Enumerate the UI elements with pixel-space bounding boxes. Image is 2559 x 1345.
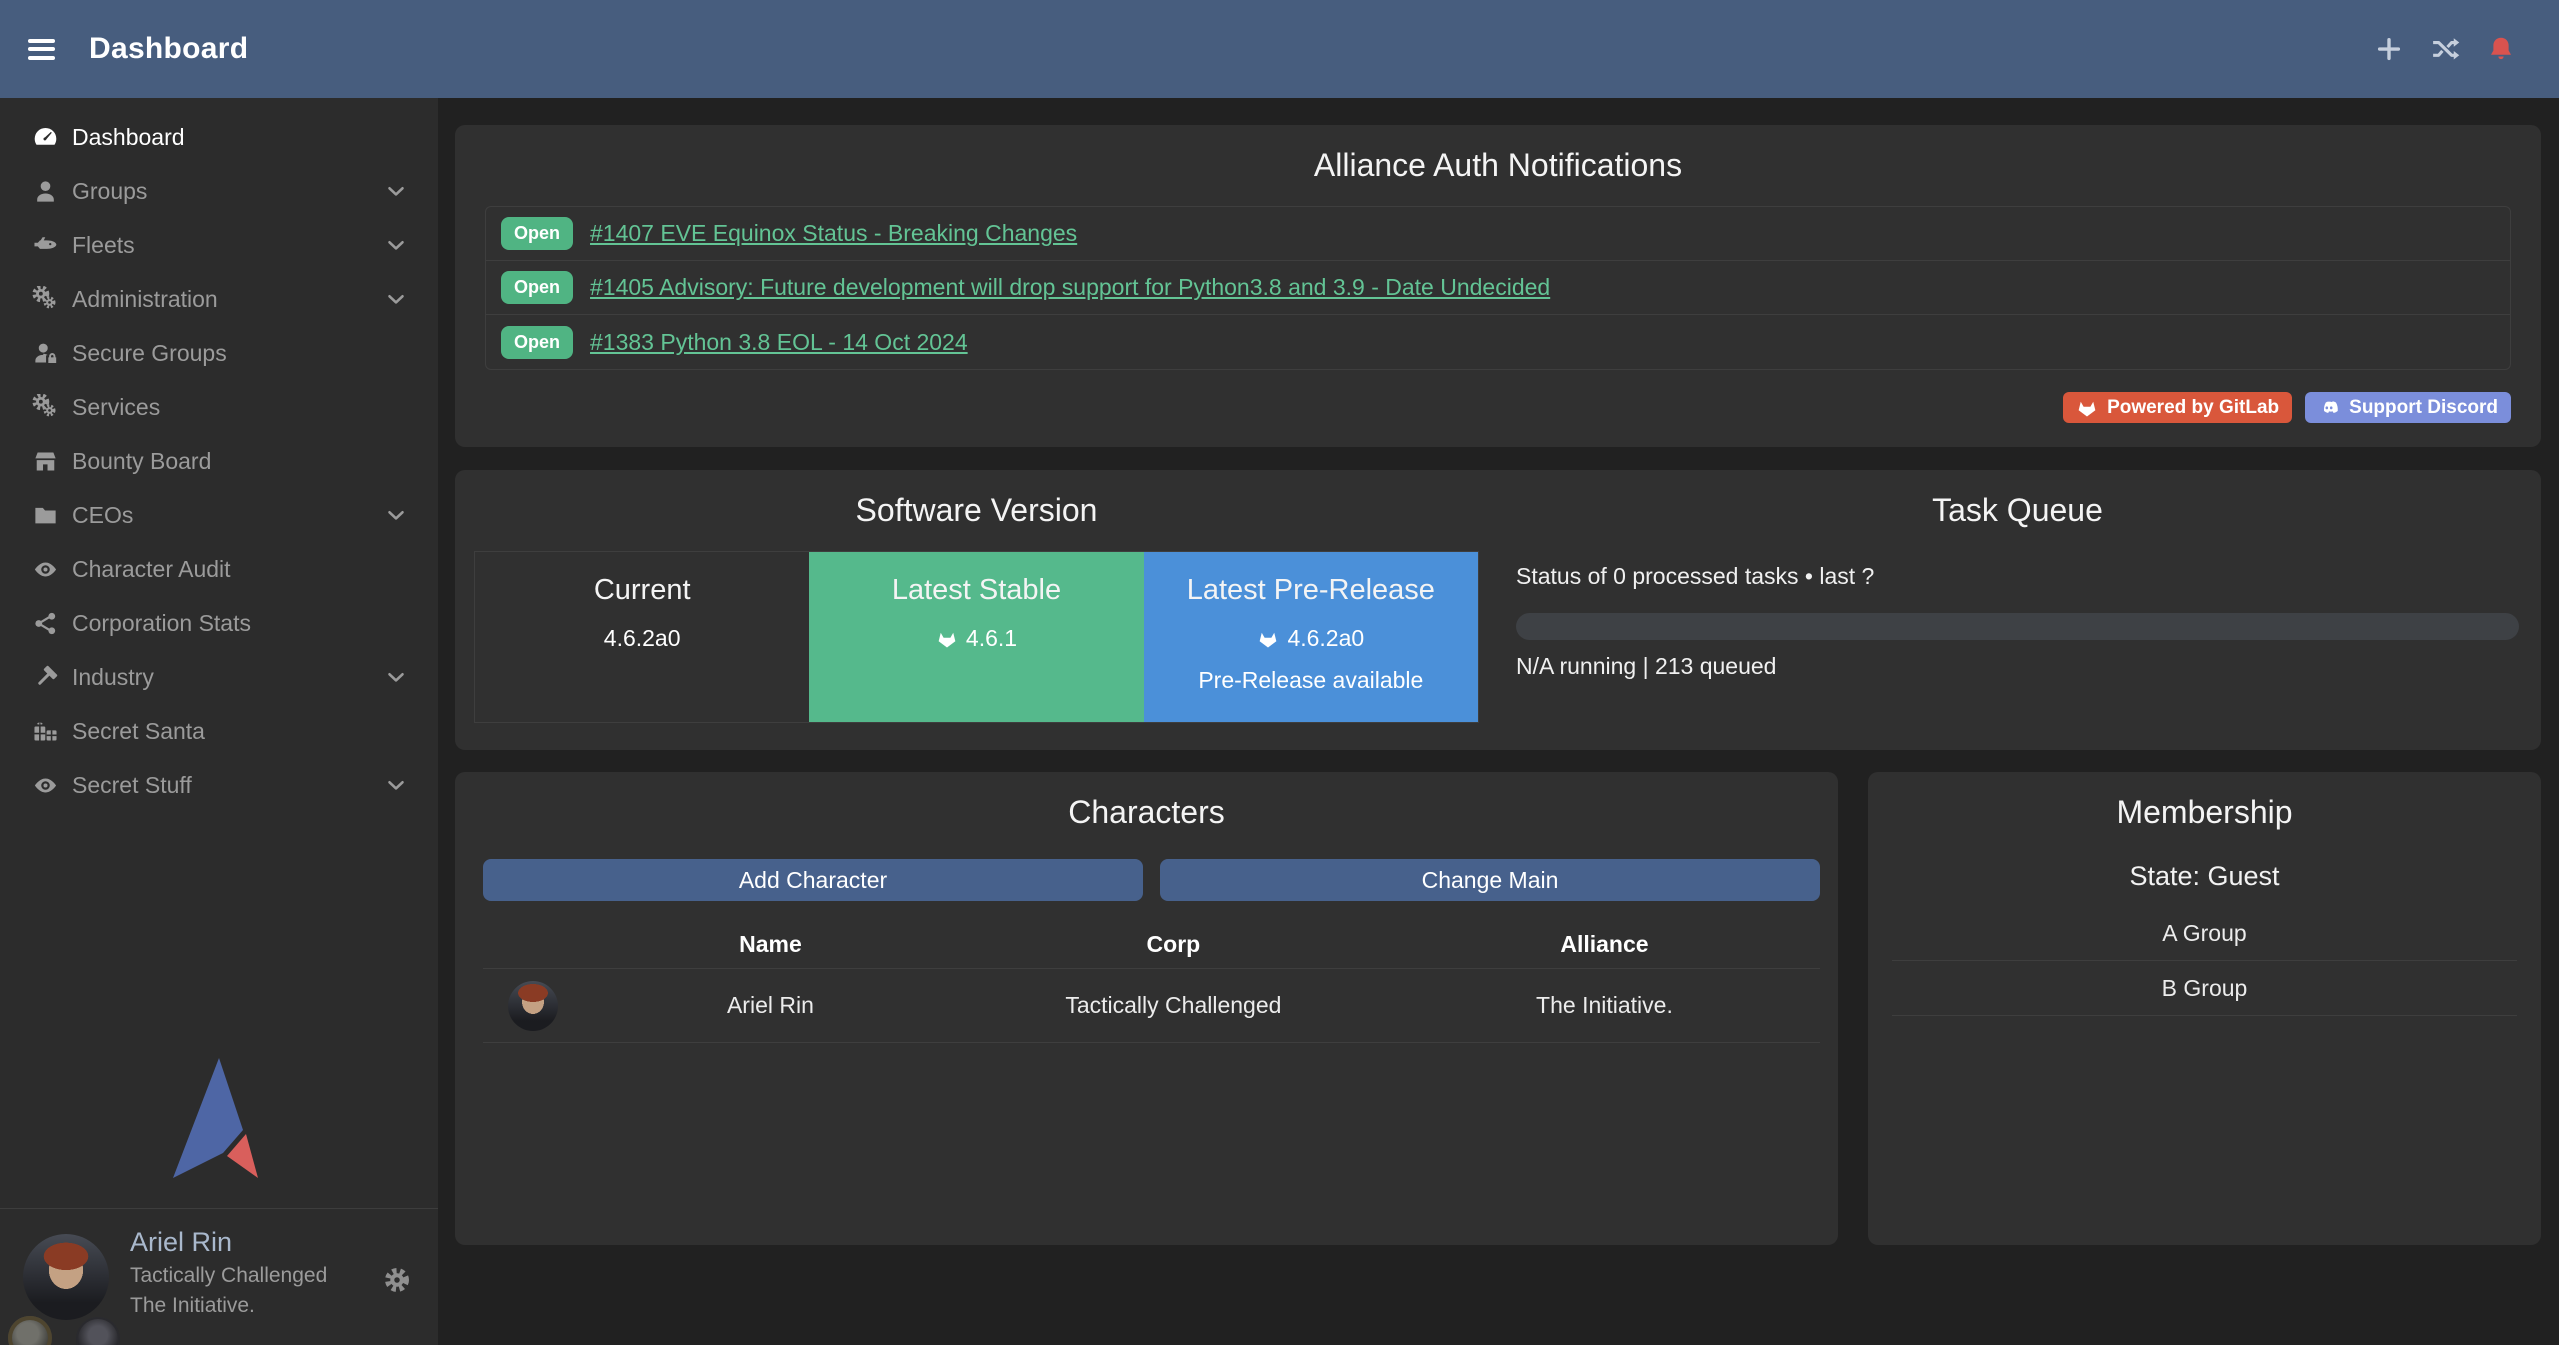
sidebar-item-secret-santa[interactable]: Secret Santa	[0, 704, 438, 758]
chevron-down-icon	[384, 287, 408, 311]
sidebar-item-fleets[interactable]: Fleets	[0, 218, 438, 272]
add-character-button[interactable]: Add Character	[483, 859, 1143, 901]
software-version-title: Software Version	[455, 470, 1498, 529]
main-content: Alliance Auth Notifications Open #1407 E…	[438, 98, 2559, 1345]
notifications-title: Alliance Auth Notifications	[455, 125, 2541, 184]
powered-by-gitlab-badge[interactable]: Powered by GitLab	[2063, 392, 2292, 423]
group-row: B Group	[1892, 961, 2517, 1016]
group-row: A Group	[1892, 906, 2517, 961]
notification-link[interactable]: #1383 Python 3.8 EOL - 14 Oct 2024	[590, 329, 968, 356]
character-corp: Tactically Challenged	[958, 992, 1389, 1019]
app-window: Dashboard Dashboard Groups	[0, 0, 2559, 1345]
hamburger-menu-icon[interactable]	[28, 39, 55, 60]
characters-title: Characters	[455, 772, 1838, 831]
notifications-bell-icon[interactable]	[2485, 33, 2517, 65]
version-cell-latest-stable: Latest Stable 4.6.1	[809, 552, 1143, 722]
status-badge: Open	[501, 217, 573, 250]
sidebar-user-panel: Ariel Rin Tactically Challenged The Init…	[0, 1208, 438, 1345]
table-row: Ariel Rin Tactically Challenged The Init…	[483, 969, 1820, 1043]
add-icon[interactable]	[2373, 33, 2405, 65]
top-bar: Dashboard	[0, 0, 2559, 98]
notification-item: Open #1383 Python 3.8 EOL - 14 Oct 2024	[486, 315, 2510, 369]
gauge-icon	[22, 124, 68, 151]
eye-icon	[22, 772, 68, 799]
character-name: Ariel Rin	[583, 992, 958, 1019]
task-queue-progress-bar	[1516, 613, 2519, 640]
membership-title: Membership	[1868, 772, 2541, 831]
sidebar-item-ceos[interactable]: CEOs	[0, 488, 438, 542]
chevron-down-icon	[384, 503, 408, 527]
membership-panel: Membership State: Guest A Group B Group	[1868, 772, 2541, 1245]
task-queue-status: Status of 0 processed tasks • last ?	[1516, 563, 2519, 590]
alliance-auth-logo	[159, 1054, 279, 1179]
user-lock-icon	[22, 340, 68, 367]
user-avatar	[23, 1234, 109, 1320]
sidebar-item-groups[interactable]: Groups	[0, 164, 438, 218]
notification-link[interactable]: #1405 Advisory: Future development will …	[590, 274, 1550, 301]
notification-link[interactable]: #1407 EVE Equinox Status - Breaking Chan…	[590, 220, 1077, 247]
software-version-section: Software Version Current 4.6.2a0 Latest …	[455, 470, 1498, 750]
user-corp: Tactically Challenged	[130, 1264, 327, 1288]
notification-item: Open #1405 Advisory: Future development …	[486, 261, 2510, 315]
characters-table: Name Corp Alliance Ariel Rin Tactically …	[483, 921, 1820, 1043]
sidebar-item-administration[interactable]: Administration	[0, 272, 438, 326]
sidebar-item-industry[interactable]: Industry	[0, 650, 438, 704]
sidebar: Dashboard Groups Fleets Administration	[0, 98, 438, 1345]
footer-badges: Powered by GitLab Support Discord	[2063, 392, 2511, 423]
folder-icon	[22, 502, 68, 529]
chevron-down-icon	[384, 233, 408, 257]
gears-icon	[22, 394, 68, 421]
shop-icon	[22, 448, 68, 475]
status-badge: Open	[501, 326, 573, 359]
task-queue-section: Task Queue Status of 0 processed tasks •…	[1498, 470, 2541, 750]
software-version-table: Current 4.6.2a0 Latest Stable 4.6.1 Late…	[474, 551, 1479, 723]
share-icon	[22, 610, 68, 637]
membership-state: State: Guest	[1868, 861, 2541, 892]
character-alliance: The Initiative.	[1389, 992, 1820, 1019]
version-queue-panel: Software Version Current 4.6.2a0 Latest …	[455, 470, 2541, 750]
shuffle-icon[interactable]	[2429, 33, 2461, 65]
notification-item: Open #1407 EVE Equinox Status - Breaking…	[486, 207, 2510, 261]
shuttle-icon	[22, 232, 68, 259]
status-badge: Open	[501, 271, 573, 304]
sidebar-item-character-audit[interactable]: Character Audit	[0, 542, 438, 596]
version-cell-current: Current 4.6.2a0	[475, 552, 809, 722]
support-discord-badge[interactable]: Support Discord	[2305, 392, 2511, 423]
chevron-down-icon	[384, 665, 408, 689]
sidebar-item-secret-stuff[interactable]: Secret Stuff	[0, 758, 438, 812]
topbar-actions	[2373, 33, 2517, 65]
membership-groups: A Group B Group	[1892, 906, 2517, 1016]
sidebar-item-bounty-board[interactable]: Bounty Board	[0, 434, 438, 488]
chevron-down-icon	[384, 773, 408, 797]
characters-panel: Characters Add Character Change Main Nam…	[455, 772, 1838, 1245]
user-name: Ariel Rin	[130, 1227, 327, 1258]
sidebar-item-corporation-stats[interactable]: Corporation Stats	[0, 596, 438, 650]
user-icon	[22, 178, 68, 205]
chevron-down-icon	[384, 179, 408, 203]
eye-icon	[22, 556, 68, 583]
sidebar-item-services[interactable]: Services	[0, 380, 438, 434]
hammer-icon	[22, 664, 68, 691]
user-alliance: The Initiative.	[130, 1294, 327, 1318]
notifications-panel: Alliance Auth Notifications Open #1407 E…	[455, 125, 2541, 447]
character-portrait	[508, 981, 558, 1031]
notifications-list: Open #1407 EVE Equinox Status - Breaking…	[485, 206, 2511, 370]
sidebar-item-secure-groups[interactable]: Secure Groups	[0, 326, 438, 380]
alliance-logo	[76, 1317, 120, 1345]
gitlab-tanuki-icon	[1257, 628, 1279, 650]
gears-icon	[22, 286, 68, 313]
gifts-icon	[22, 718, 68, 745]
change-main-button[interactable]: Change Main	[1160, 859, 1820, 901]
task-queue-counts: N/A running | 213 queued	[1516, 653, 2519, 680]
page-title: Dashboard	[89, 32, 248, 66]
version-cell-latest-prerelease: Latest Pre-Release 4.6.2a0 Pre-Release a…	[1144, 552, 1478, 722]
gitlab-tanuki-icon	[2076, 397, 2098, 419]
gitlab-tanuki-icon	[936, 628, 958, 650]
discord-icon	[2318, 397, 2340, 419]
corp-logo	[8, 1316, 52, 1345]
user-settings-gear-icon[interactable]	[382, 1265, 412, 1300]
task-queue-title: Task Queue	[1516, 470, 2519, 529]
sidebar-item-dashboard[interactable]: Dashboard	[0, 110, 438, 164]
characters-table-header: Name Corp Alliance	[483, 921, 1820, 969]
